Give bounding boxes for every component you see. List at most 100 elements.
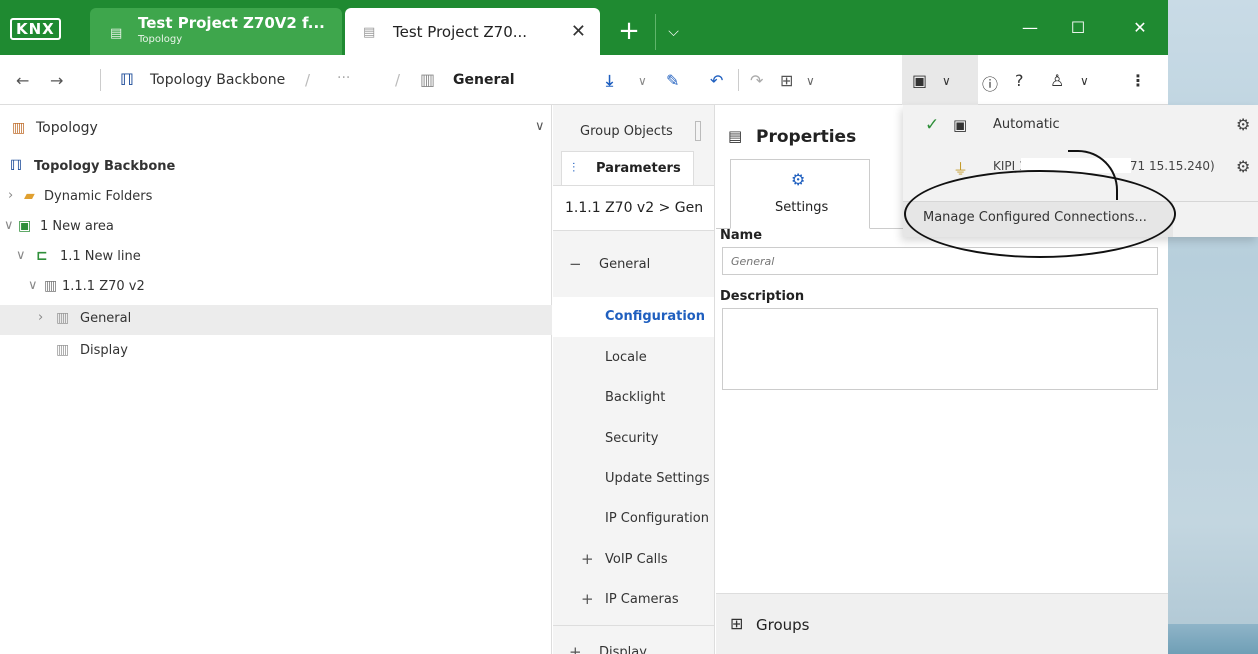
tree-item-display[interactable]: ▥ Display [0,337,552,367]
menu-item-manage-connections[interactable]: Manage Configured Connections... [903,202,1173,237]
tree-item-new-area[interactable]: ∨ ▣ 1 New area [0,213,552,243]
tab-project-second[interactable]: ▤ Test Project Z70... ✕ [345,8,600,55]
tree-label: General [80,311,132,326]
tree-item-new-line[interactable]: ∨ ⊏ 1.1 New line [0,243,552,273]
param-item-ip-configuration[interactable]: IP Configuration [553,499,714,539]
info-icon[interactable]: ⓘ [982,71,998,95]
topology-panel: ▥ Topology ∨ ℿ Topology Backbone › ▰ Dyn… [0,105,552,654]
description-field[interactable] [722,308,1158,390]
chevron-down-icon[interactable]: ∨ [942,74,951,88]
gear-icon: ⚙ [791,170,806,189]
chevron-down-icon[interactable]: ∨ [638,74,647,88]
building-icon: ▤ [110,26,123,41]
breadcrumb-ellipsis[interactable]: ··· [337,70,350,86]
groups-section[interactable]: ⊞ Groups [716,593,1168,654]
param-group-display[interactable]: + Display [553,633,714,654]
chevron-right-icon[interactable]: › [8,188,13,203]
expand-icon[interactable]: + [569,643,582,654]
param-item-configuration[interactable]: Configuration [553,297,714,337]
gear-icon[interactable]: ⚙ [1236,115,1250,134]
chevron-down-icon[interactable]: ⌵ [655,14,691,50]
download-icon[interactable]: ⤓ [606,71,613,91]
chevron-down-icon[interactable]: ∨ [806,74,815,88]
more-options-icon[interactable]: ⋮ [1130,71,1146,90]
document-icon: ▤ [728,127,743,145]
breadcrumb-current[interactable]: General [453,72,515,88]
nav-label: Configuration [605,309,705,324]
folder-icon: ▰ [24,188,35,204]
tab-settings[interactable]: ⚙ Settings [730,159,870,229]
app-window: KNX ▤ Test Project Z70V2 f... Topology ▤… [0,0,1258,654]
sliders-icon: ⫶ [572,161,576,176]
nav-label: General [599,257,651,272]
add-tab-button[interactable]: + [608,14,650,50]
param-item-backlight[interactable]: Backlight [553,378,714,418]
topology-backbone-icon: ℿ [10,158,23,174]
grid-icon[interactable]: ⊞ [780,71,793,90]
nav-label: Locale [605,350,647,365]
tree-item-device[interactable]: ∨ ▥ 1.1.1 Z70 v2 [0,273,552,303]
user-icon[interactable]: ♙ [1050,71,1064,90]
param-item-locale[interactable]: Locale [553,338,714,378]
tree-item-dynamic-folders[interactable]: › ▰ Dynamic Folders [0,183,552,213]
nav-label: Security [605,431,659,446]
connection-icon[interactable]: ▣ [912,71,927,90]
properties-title: Properties [756,127,857,147]
param-group-ip-cameras[interactable]: + IP Cameras [553,580,714,620]
tab-project-topology[interactable]: ▤ Test Project Z70V2 f... Topology [90,8,342,55]
menu-label: Manage Configured Connections... [923,210,1147,225]
nav-label: Backlight [605,390,666,405]
tab-overflow-indicator [695,121,701,141]
menu-label: Automatic [993,117,1060,132]
chevron-down-icon[interactable]: ∨ [28,278,38,293]
menu-item-automatic[interactable]: ✓ ▣ Automatic ⚙ [903,105,1258,147]
chevron-down-icon[interactable]: ∨ [1080,74,1089,88]
nav-label: IP Cameras [605,592,679,607]
param-group-general[interactable]: − General [553,245,714,285]
chevron-right-icon[interactable]: › [38,310,43,325]
chevron-down-icon[interactable]: ∨ [16,248,26,263]
gear-icon[interactable]: ⚙ [1236,157,1250,176]
param-item-security[interactable]: Security [553,419,714,459]
tree-label: Topology Backbone [34,159,176,174]
param-item-update-settings[interactable]: Update Settings [553,459,714,499]
help-icon[interactable]: ? [1015,71,1024,90]
parameter-block-icon: ▥ [420,70,436,89]
topology-icon: ▥ [12,120,26,136]
tree-item-backbone[interactable]: ℿ Topology Backbone [0,153,552,183]
chevron-down-icon[interactable]: ∨ [535,119,545,134]
breadcrumb-backbone[interactable]: Topology Backbone [150,72,285,88]
param-group-voip-calls[interactable]: + VoIP Calls [553,540,714,580]
redo-icon[interactable]: ↷ [750,71,763,90]
toolbar-divider [738,69,739,91]
forward-arrow-icon[interactable]: → [50,71,63,90]
collapse-icon[interactable]: − [569,255,582,273]
tab-subtitle: Topology [138,34,183,45]
minimize-button[interactable]: — [1010,18,1050,42]
maximize-button[interactable]: ☐ [1058,18,1098,42]
topology-backbone-icon: ℿ [120,70,134,89]
toolbar-divider [100,69,101,91]
connection-icon: ▣ [953,116,968,134]
tab-group-objects[interactable]: Group Objects [553,105,714,151]
desktop-sea [1168,624,1258,654]
nav-label: Update Settings [605,471,710,486]
undo-icon[interactable]: ↶ [710,71,723,90]
back-arrow-icon[interactable]: ← [16,71,29,90]
parameter-navigation: Group Objects ⫶ Parameters 1.1.1 Z70 v2 … [553,105,715,654]
pen-icon[interactable]: ✎ [666,71,679,90]
tree-item-general[interactable]: › ▥ General [0,305,552,335]
panel-selector[interactable]: ▥ Topology ∨ [0,105,552,145]
parameter-block-icon: ▥ [56,342,70,358]
title-bar: KNX ▤ Test Project Z70V2 f... Topology ▤… [0,0,1168,55]
breadcrumb-text: 1.1.1 Z70 v2 > Gen [565,200,704,216]
expand-icon[interactable]: + [581,550,594,568]
close-window-button[interactable]: ✕ [1120,18,1160,42]
chevron-down-icon[interactable]: ∨ [4,218,14,233]
tab-parameters[interactable]: ⫶ Parameters [561,151,694,185]
expand-icon[interactable]: + [581,590,594,608]
close-icon[interactable]: ✕ [571,21,586,42]
name-label: Name [720,228,763,243]
tree-label: Dynamic Folders [44,189,153,204]
name-field[interactable] [722,247,1158,275]
